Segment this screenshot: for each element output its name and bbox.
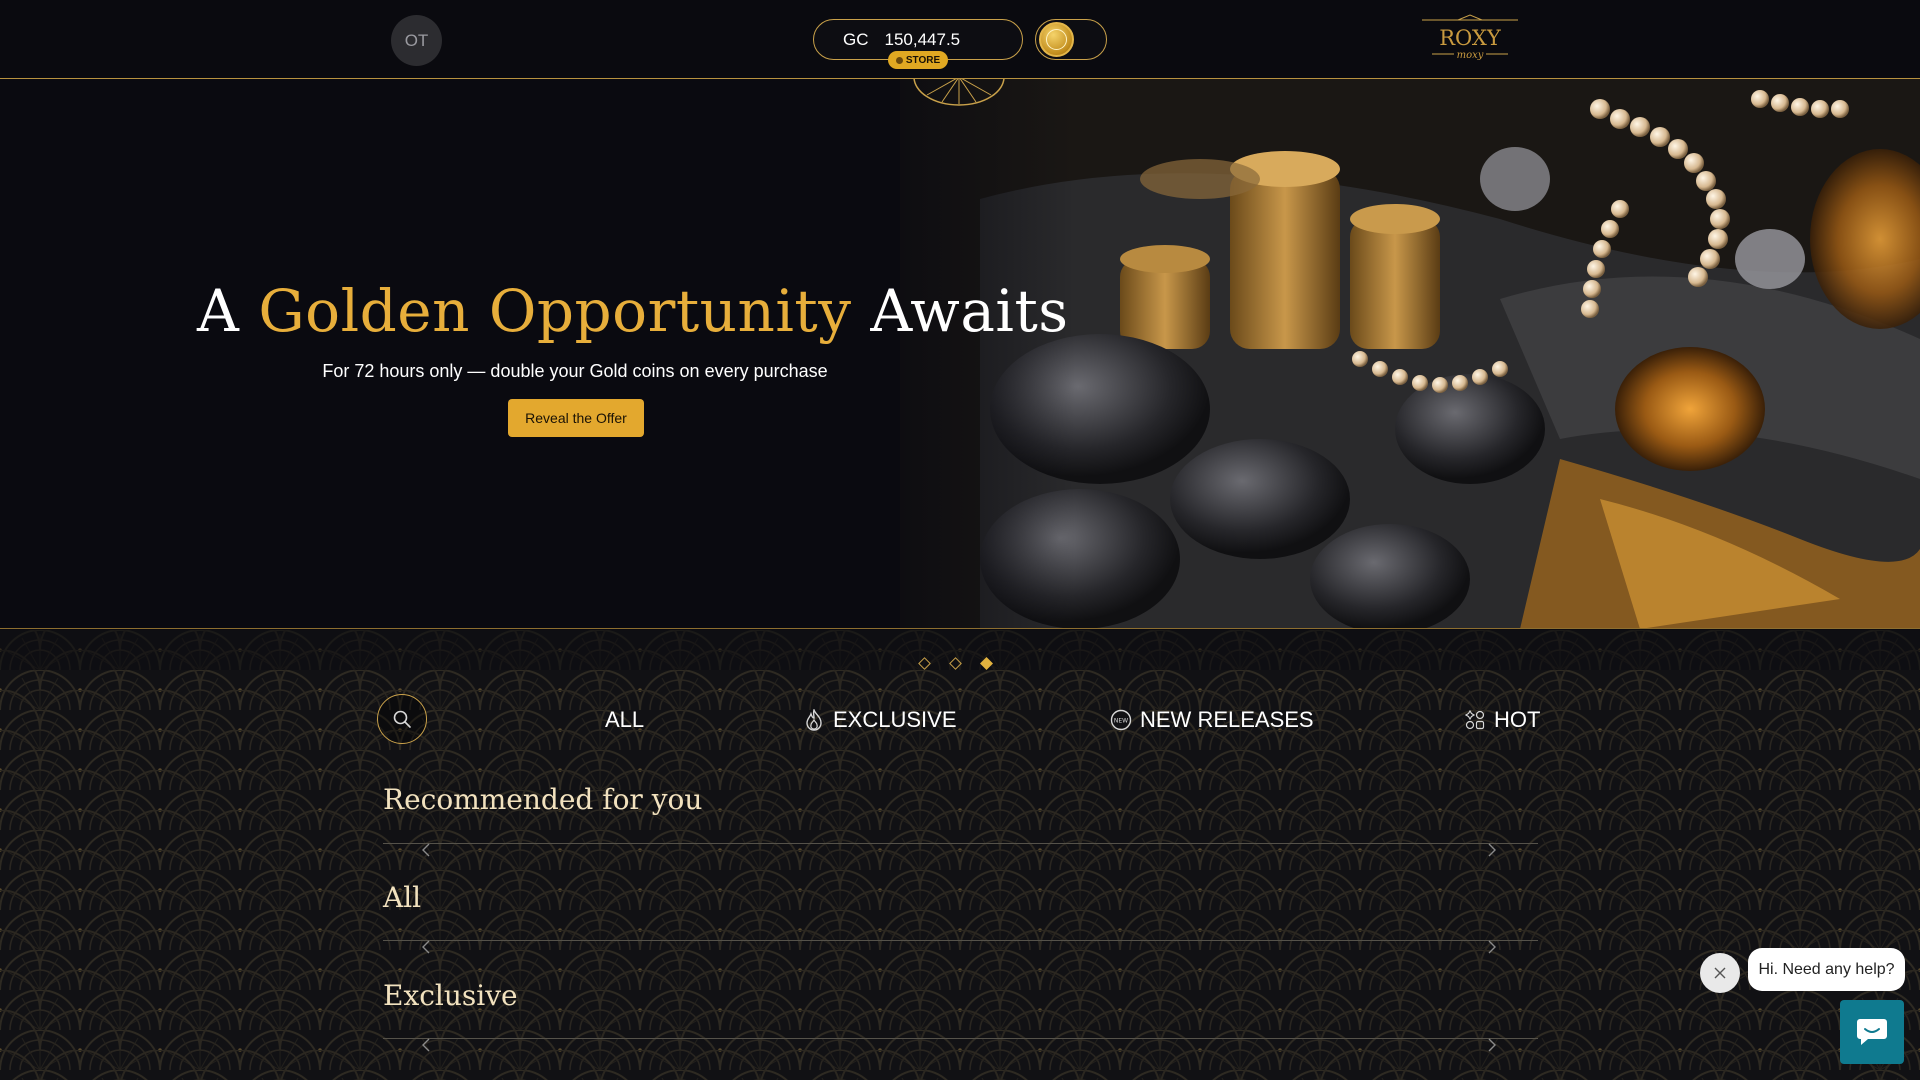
section-divider xyxy=(383,843,1538,844)
search-button[interactable] xyxy=(377,694,427,744)
search-icon xyxy=(393,710,411,728)
tab-hot[interactable]: HOT xyxy=(1464,704,1540,736)
coin-icon xyxy=(895,56,903,64)
balance-amount: 150,447.5 xyxy=(884,29,961,49)
reveal-offer-button[interactable]: Reveal the Offer xyxy=(508,399,644,437)
carousel-dot-1[interactable] xyxy=(918,657,931,670)
treasure-background-image xyxy=(0,79,1920,628)
tab-new-releases[interactable]: NEW NEW RELEASES xyxy=(1110,704,1314,736)
scroll-left-arrow[interactable] xyxy=(417,1036,435,1054)
flame-icon xyxy=(803,709,825,731)
top-header: OT GC 150,447.5 STORE ROXY moxy xyxy=(0,0,1920,79)
chat-icon xyxy=(1857,1019,1887,1045)
scroll-right-arrow[interactable] xyxy=(1483,1036,1501,1054)
tab-exclusive[interactable]: EXCLUSIVE xyxy=(803,704,957,736)
hero-subtitle: For 72 hours only — double your Gold coi… xyxy=(322,361,828,381)
carousel-dot-2[interactable] xyxy=(949,657,962,670)
chevron-right-icon xyxy=(1488,843,1496,857)
chat-launcher-button[interactable] xyxy=(1840,1000,1904,1064)
hero-banner: A Golden Opportunity Awaits For 72 hours… xyxy=(0,79,1920,629)
hero-title: A Golden Opportunity Awaits xyxy=(197,277,1069,345)
carousel-pagination xyxy=(918,656,1000,672)
chevron-right-icon xyxy=(1488,1038,1496,1052)
carousel-dot-3[interactable] xyxy=(980,657,993,670)
tab-label: NEW RELEASES xyxy=(1140,707,1314,732)
chat-greeting-bubble[interactable]: Hi. Need any help? xyxy=(1748,948,1905,991)
section-recommended: Recommended for you xyxy=(383,783,1538,857)
section-divider xyxy=(383,1038,1538,1039)
new-badge-icon: NEW xyxy=(1110,709,1132,731)
section-divider xyxy=(383,940,1538,941)
roxy-logo[interactable]: ROXY moxy xyxy=(1418,14,1522,62)
fan-ornament-icon xyxy=(913,79,1005,106)
chevron-left-icon xyxy=(422,1038,430,1052)
balance-currency: GC xyxy=(843,29,869,49)
chevron-left-icon xyxy=(422,843,430,857)
user-avatar[interactable]: OT xyxy=(391,15,442,66)
currency-toggle[interactable] xyxy=(1035,19,1107,60)
store-button[interactable]: STORE xyxy=(888,51,948,69)
section-title: Recommended for you xyxy=(383,783,703,816)
scroll-left-arrow[interactable] xyxy=(417,938,435,956)
section-title: Exclusive xyxy=(383,979,518,1012)
tab-all[interactable]: ALL xyxy=(605,704,644,736)
chat-dismiss-button[interactable] xyxy=(1700,953,1740,993)
scroll-left-arrow[interactable] xyxy=(417,841,435,859)
logo-tagline: moxy xyxy=(1457,50,1484,61)
chevron-left-icon xyxy=(422,940,430,954)
section-title: All xyxy=(383,881,422,914)
grid-sparkle-icon xyxy=(1464,709,1486,731)
logo-name: ROXY xyxy=(1439,26,1502,50)
section-exclusive: Exclusive xyxy=(383,979,1538,1052)
scroll-right-arrow[interactable] xyxy=(1483,841,1501,859)
store-label: STORE xyxy=(905,54,941,66)
section-all: All xyxy=(383,881,1538,954)
chevron-right-icon xyxy=(1488,940,1496,954)
scroll-right-arrow[interactable] xyxy=(1483,938,1501,956)
tab-label: HOT xyxy=(1494,707,1541,732)
close-icon xyxy=(1714,967,1726,979)
tab-label: EXCLUSIVE xyxy=(833,707,957,732)
svg-text:NEW: NEW xyxy=(1114,718,1128,725)
tab-label: ALL xyxy=(605,707,645,732)
gold-coin-icon xyxy=(1039,22,1074,57)
